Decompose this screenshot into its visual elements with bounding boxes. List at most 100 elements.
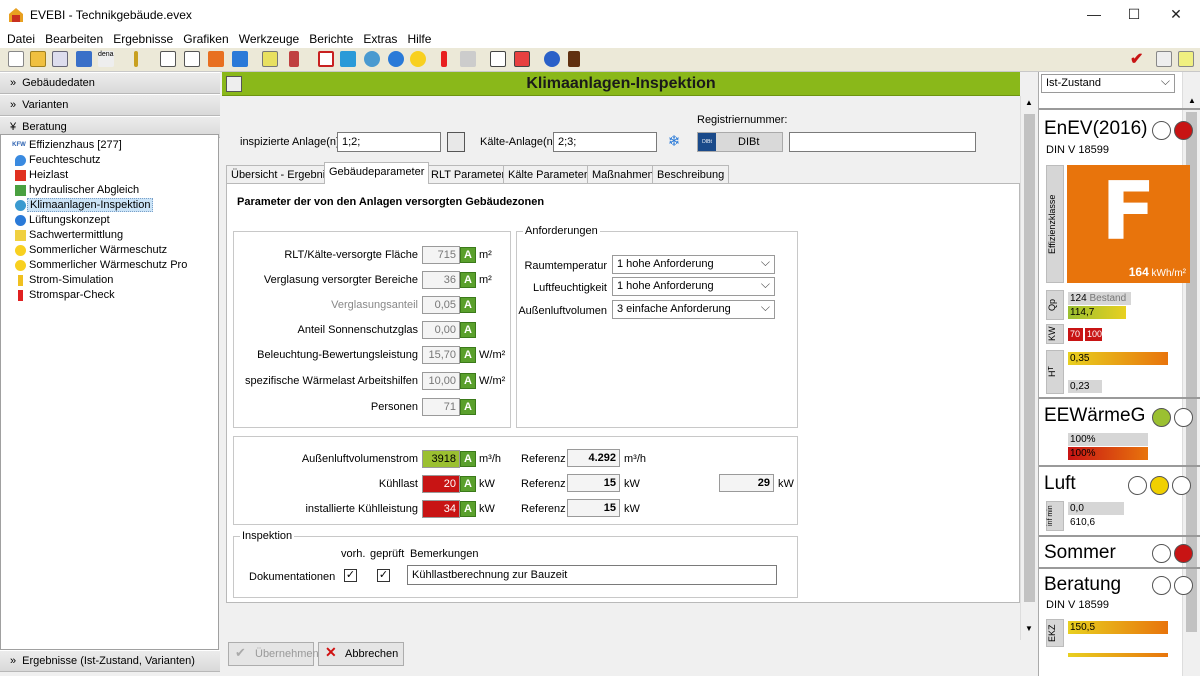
- tree-item-feuchteschutz[interactable]: Feuchteschutz: [15, 154, 101, 169]
- minimize-button[interactable]: —: [1084, 6, 1104, 22]
- inspizierte-field[interactable]: 1;2;: [337, 132, 441, 152]
- open-folder-icon[interactable]: [30, 51, 46, 67]
- image-icon[interactable]: [514, 51, 530, 67]
- scroll-down-arrow[interactable]: ▼: [1025, 624, 1033, 633]
- param-value[interactable]: 0,00: [422, 321, 460, 339]
- geprueft-checkbox[interactable]: ✓: [377, 569, 390, 582]
- param-value[interactable]: 36: [422, 271, 460, 289]
- new-file-icon[interactable]: [8, 51, 24, 67]
- section-gebaeudedaten[interactable]: » Gebäudedaten: [0, 72, 220, 94]
- tree-item-klimaanlagen-inspektion[interactable]: Klimaanlagen-Inspektion: [15, 198, 154, 214]
- tree-icon[interactable]: [262, 51, 278, 67]
- select-anlage-button[interactable]: [447, 132, 465, 152]
- tree-item-heizlast[interactable]: Heizlast: [15, 169, 68, 184]
- col-geprueft: geprüft: [370, 548, 405, 560]
- tree-item-strom-simulation[interactable]: Strom-Simulation: [18, 274, 113, 289]
- tab-uebersicht[interactable]: Übersicht - Ergebnis: [226, 165, 336, 184]
- a-button[interactable]: A: [460, 272, 476, 288]
- tab-massnahmen[interactable]: Maßnahmen: [587, 165, 659, 184]
- arrow-icon[interactable]: [76, 51, 92, 67]
- dena-icon[interactable]: dena: [98, 51, 114, 67]
- chart-icon[interactable]: [1178, 51, 1194, 67]
- tree-item-hydraulischer-abgleich[interactable]: hydraulischer Abgleich: [15, 184, 139, 199]
- window-icon[interactable]: [318, 51, 334, 67]
- tree-item-stromspar-check[interactable]: Stromspar-Check: [18, 289, 115, 304]
- sommer-title: Sommer: [1044, 542, 1116, 563]
- menu-ergebnisse[interactable]: Ergebnisse: [113, 30, 173, 46]
- tree-item-label: Feuchteschutz: [29, 154, 101, 166]
- calculator-icon[interactable]: [568, 51, 580, 67]
- bemerkung-field[interactable]: Kühllastberechnung zur Bauzeit: [407, 565, 777, 585]
- a-button[interactable]: A: [460, 297, 476, 313]
- help-icon[interactable]: [544, 51, 560, 67]
- sun-icon[interactable]: [410, 51, 426, 67]
- checkmark-icon[interactable]: ✔: [1130, 49, 1146, 68]
- scroll-thumb[interactable]: [1024, 114, 1035, 602]
- maximize-button[interactable]: ☐: [1124, 6, 1144, 23]
- pipes-icon[interactable]: [340, 51, 356, 67]
- blue-arrow-icon[interactable]: [232, 51, 248, 67]
- tab-gebaeudeparameter[interactable]: Gebäudeparameter: [324, 162, 430, 184]
- scroll-up-arrow[interactable]: ▲: [1025, 98, 1033, 107]
- param-value[interactable]: 0,05: [422, 296, 460, 314]
- fan-icon[interactable]: [388, 51, 404, 67]
- luftfeuchtigkeit-select[interactable]: 1 hohe Anforderung: [612, 277, 775, 296]
- tree-item-lueftungskonzept[interactable]: Lüftungskonzept: [15, 214, 110, 229]
- tree-item-sachwertermittlung[interactable]: Sachwertermittlung: [15, 229, 123, 244]
- tab-kaelte-parameter[interactable]: Kälte Parameter: [503, 165, 593, 184]
- dibt-button[interactable]: DIBt DIBt: [697, 132, 783, 152]
- bolt-icon[interactable]: [441, 51, 447, 67]
- zustand-select[interactable]: Ist-Zustand: [1041, 74, 1175, 93]
- menu-bearbeiten[interactable]: Bearbeiten: [45, 30, 103, 46]
- aussenluftvolumen-select[interactable]: 3 einfache Anforderung: [612, 300, 775, 319]
- cancel-button[interactable]: ✕ Abbrechen: [318, 642, 404, 666]
- a-button[interactable]: A: [460, 322, 476, 338]
- house-icon[interactable]: [460, 51, 476, 67]
- vertical-scrollbar[interactable]: ▲ ▼: [1020, 96, 1038, 640]
- section-ergebnisse[interactable]: » Ergebnisse (Ist-Zustand, Varianten): [0, 650, 220, 672]
- close-button[interactable]: ✕: [1166, 6, 1186, 23]
- document-icon[interactable]: [160, 51, 176, 67]
- result-value[interactable]: 34: [422, 500, 460, 518]
- menu-werkzeuge[interactable]: Werkzeuge: [239, 30, 299, 46]
- param-value[interactable]: 715: [422, 246, 460, 264]
- report-icon[interactable]: [490, 51, 506, 67]
- inspect-icon[interactable]: [364, 51, 380, 67]
- list-icon[interactable]: [184, 51, 200, 67]
- snowflake-icon[interactable]: ❄: [665, 132, 683, 152]
- section-varianten[interactable]: » Varianten: [0, 94, 220, 116]
- tree-item-sommerlicher-waermeschutz-pro[interactable]: Sommerlicher Wärmeschutz Pro: [15, 259, 187, 274]
- tree-item-effizienzhaus[interactable]: KFW Effizienzhaus [277]: [12, 139, 122, 154]
- a-button[interactable]: A: [460, 476, 476, 492]
- ruler-icon[interactable]: [289, 51, 299, 67]
- a-button[interactable]: A: [460, 501, 476, 517]
- result-value[interactable]: 20: [422, 475, 460, 493]
- a-button[interactable]: A: [460, 451, 476, 467]
- param-value[interactable]: 15,70: [422, 346, 460, 364]
- a-button[interactable]: A: [460, 247, 476, 263]
- apply-button[interactable]: ✔ Übernehmen: [228, 642, 319, 666]
- vorh-checkbox[interactable]: ✓: [344, 569, 357, 582]
- export-icon[interactable]: [1156, 51, 1172, 67]
- menu-extras[interactable]: Extras: [363, 30, 397, 46]
- kaelte-field[interactable]: 2;3;: [553, 132, 657, 152]
- result-value[interactable]: 3918: [422, 450, 460, 468]
- tree-item-sommerlicher-waermeschutz[interactable]: Sommerlicher Wärmeschutz: [15, 244, 167, 259]
- wand-icon[interactable]: [134, 51, 138, 67]
- copy-icon[interactable]: [52, 51, 68, 67]
- a-button[interactable]: A: [460, 347, 476, 363]
- scroll-up-arrow[interactable]: ▲: [1188, 96, 1196, 105]
- param-value[interactable]: 10,00: [422, 372, 460, 390]
- orange-arrow-icon[interactable]: [208, 51, 224, 67]
- tab-rlt-parameter[interactable]: RLT Parameter: [426, 165, 511, 184]
- a-button[interactable]: A: [460, 373, 476, 389]
- menu-datei[interactable]: Datei: [7, 30, 35, 46]
- menu-hilfe[interactable]: Hilfe: [407, 30, 431, 46]
- raumtemperatur-select[interactable]: 1 hohe Anforderung: [612, 255, 775, 274]
- menu-grafiken[interactable]: Grafiken: [183, 30, 228, 46]
- registriernummer-field[interactable]: [789, 132, 976, 152]
- a-button[interactable]: A: [460, 399, 476, 415]
- tab-beschreibung[interactable]: Beschreibung: [652, 165, 730, 184]
- menu-berichte[interactable]: Berichte: [309, 30, 353, 46]
- param-value[interactable]: 71: [422, 398, 460, 416]
